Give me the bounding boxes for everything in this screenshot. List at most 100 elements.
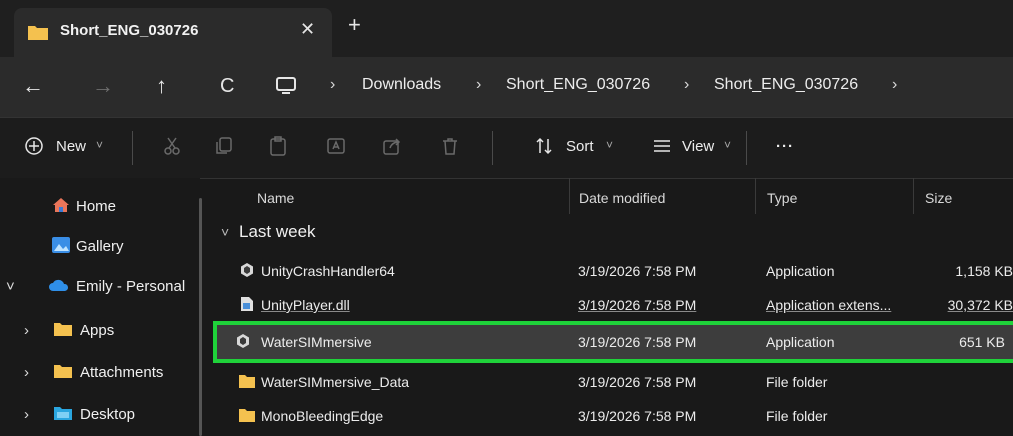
file-type: File folder	[766, 408, 828, 424]
sidebar-item-gallery[interactable]: Gallery	[0, 228, 200, 266]
sidebar-item-attachments[interactable]: › Attachments	[0, 354, 200, 392]
dll-icon	[241, 297, 253, 311]
folder-icon	[239, 409, 255, 422]
sort-button[interactable]: Sort	[566, 138, 594, 155]
file-name: WaterSIMmersive	[261, 334, 372, 350]
file-type: Application	[766, 334, 835, 350]
breadcrumb-short-eng-2[interactable]: Short_ENG_030726	[714, 76, 858, 94]
sidebar-item-label: Gallery	[76, 238, 124, 255]
chevron-down-icon: ˅	[221, 224, 230, 240]
file-list: Name Date modified Type Size ˅ Last week…	[205, 178, 1013, 436]
chevron-down-icon: ˅	[606, 138, 614, 152]
unity-app-icon	[241, 263, 253, 277]
sidebar-item-label: Attachments	[80, 364, 164, 381]
file-name: WaterSIMmersive_Data	[261, 374, 410, 390]
copy-icon[interactable]	[214, 136, 234, 156]
file-date: 3/19/2026 7:58 PM	[578, 408, 697, 424]
file-date: 3/19/2026 7:58 PM	[578, 297, 697, 313]
breadcrumb-separator: ›	[476, 76, 482, 93]
sidebar-item-emily-personal[interactable]: ˅ Emily - Personal	[0, 268, 200, 306]
sidebar-item-label: Apps	[80, 322, 115, 339]
view-button[interactable]: View	[682, 138, 714, 155]
navigation-pane: Home Gallery ˅ Emily - Personal › Apps ›…	[0, 178, 200, 436]
forward-arrow-icon[interactable]: →	[92, 75, 114, 97]
breadcrumb-downloads[interactable]: Downloads	[362, 76, 441, 94]
file-size: 30,372 KB	[947, 297, 1013, 313]
home-icon	[53, 198, 69, 212]
sidebar-item-desktop[interactable]: › Desktop	[0, 396, 200, 434]
paste-icon[interactable]	[268, 136, 288, 156]
folder-icon	[239, 375, 255, 388]
view-icon[interactable]	[652, 136, 672, 156]
breadcrumb-separator: ›	[684, 76, 690, 93]
file-date: 3/19/2026 7:58 PM	[578, 334, 697, 350]
file-date: 3/19/2026 7:58 PM	[578, 263, 697, 279]
new-button[interactable]: New	[56, 138, 86, 155]
more-options-button[interactable]: ···	[776, 138, 794, 155]
cut-icon[interactable]	[162, 136, 182, 156]
sidebar-item-apps[interactable]: › Apps	[0, 312, 200, 350]
column-header-date[interactable]: Date modified	[579, 190, 665, 206]
share-icon[interactable]	[382, 136, 402, 156]
sidebar-item-home[interactable]: Home	[0, 188, 200, 226]
chevron-right-icon[interactable]: ›	[24, 322, 29, 339]
cloud-icon	[49, 279, 69, 291]
this-pc-icon[interactable]	[276, 77, 296, 95]
command-bar: New ˅ Sort ˅ View ˅ ···	[0, 117, 1013, 179]
column-divider[interactable]	[913, 178, 914, 214]
desktop-folder-icon	[54, 407, 72, 420]
tab-short-eng[interactable]: Short_ENG_030726 ✕	[14, 8, 332, 57]
table-row[interactable]: UnityPlayer.dll 3/19/2026 7:58 PM Applic…	[215, 288, 1013, 322]
sidebar-item-label: Home	[76, 198, 117, 215]
delete-icon[interactable]	[440, 136, 460, 156]
sidebar-scrollbar[interactable]	[199, 198, 202, 436]
file-size: 1,158 KB	[955, 263, 1013, 279]
gallery-icon	[52, 237, 70, 253]
table-row[interactable]: WaterSIMmersive_Data 3/19/2026 7:58 PM F…	[215, 365, 1013, 399]
tab-title: Short_ENG_030726	[60, 22, 199, 39]
file-name: UnityPlayer.dll	[261, 297, 350, 313]
file-type: File folder	[766, 374, 828, 390]
toolbar-divider	[746, 131, 747, 165]
rename-icon[interactable]	[326, 136, 346, 156]
folder-icon	[28, 26, 48, 40]
chevron-right-icon[interactable]: ›	[24, 406, 29, 423]
back-arrow-icon[interactable]: ←	[22, 75, 44, 97]
table-row[interactable]: MonoBleedingEdge 3/19/2026 7:58 PM File …	[215, 399, 1013, 433]
tab-bar: Short_ENG_030726 ✕ +	[0, 0, 1013, 57]
address-bar: ← → ↑ C › Downloads › Short_ENG_030726 ›…	[0, 57, 1013, 117]
unity-app-icon	[237, 334, 249, 348]
close-tab-icon[interactable]: ✕	[300, 19, 315, 40]
file-date: 3/19/2026 7:58 PM	[578, 374, 697, 390]
file-size: 651 KB	[959, 334, 1005, 350]
breadcrumb-separator: ›	[892, 76, 898, 93]
chevron-down-icon[interactable]: ˅	[6, 278, 15, 295]
folder-icon	[54, 365, 72, 378]
column-divider[interactable]	[569, 178, 570, 214]
up-arrow-icon[interactable]: ↑	[156, 75, 167, 97]
column-header-size[interactable]: Size	[925, 190, 952, 206]
table-row-selected[interactable]: WaterSIMmersive 3/19/2026 7:58 PM Applic…	[213, 321, 1013, 363]
toolbar-divider	[492, 131, 493, 165]
group-label: Last week	[239, 222, 316, 241]
table-row[interactable]: UnityCrashHandler64 3/19/2026 7:58 PM Ap…	[215, 254, 1013, 288]
file-name: UnityCrashHandler64	[261, 263, 395, 279]
column-header-name[interactable]: Name	[257, 190, 294, 206]
column-header-type[interactable]: Type	[767, 190, 797, 206]
sidebar-item-label: Desktop	[80, 406, 136, 423]
chevron-right-icon[interactable]: ›	[24, 364, 29, 381]
column-divider[interactable]	[755, 178, 756, 214]
breadcrumb-short-eng-1[interactable]: Short_ENG_030726	[506, 76, 650, 94]
new-tab-button[interactable]: +	[348, 14, 361, 36]
sidebar-item-label: Emily - Personal	[76, 278, 186, 295]
sort-icon[interactable]	[534, 136, 554, 156]
chevron-down-icon: ˅	[724, 138, 732, 152]
folder-icon	[54, 323, 72, 336]
plus-circle-icon[interactable]	[24, 136, 44, 156]
breadcrumb-separator: ›	[330, 76, 336, 93]
file-name: MonoBleedingEdge	[261, 408, 384, 424]
file-type: Application extens...	[766, 297, 892, 313]
refresh-icon[interactable]: C	[220, 75, 234, 97]
toolbar-divider	[132, 131, 133, 165]
chevron-down-icon: ˅	[96, 138, 104, 152]
